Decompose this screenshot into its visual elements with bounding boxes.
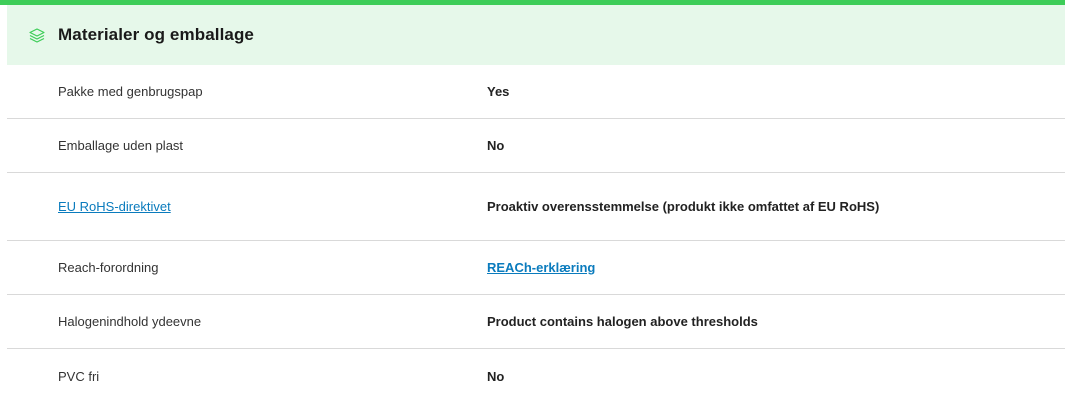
attribute-label-cell: EU RoHS-direktivet [7, 199, 487, 214]
layers-icon [28, 26, 46, 44]
attribute-value: No [487, 369, 505, 384]
attribute-row: Halogenindhold ydeevne Product contains … [7, 295, 1065, 349]
materials-packaging-panel: Materialer og emballage Pakke med genbru… [0, 0, 1065, 406]
attribute-value: Proaktiv overensstemmelse (produkt ikke … [487, 199, 880, 214]
section-header[interactable]: Materialer og emballage [7, 5, 1065, 65]
attribute-value: Yes [487, 84, 510, 99]
attribute-row: Reach-forordning REACh-erklæring [7, 241, 1065, 295]
attribute-value-cell: REACh-erklæring [487, 259, 917, 276]
attribute-value: No [487, 138, 505, 153]
attribute-label: PVC fri [58, 369, 100, 384]
attribute-row: EU RoHS-direktivet Proaktiv overensstemm… [7, 173, 1065, 241]
eu-rohs-link[interactable]: EU RoHS-direktivet [58, 199, 171, 214]
attribute-label: Pakke med genbrugspap [58, 84, 203, 99]
attribute-label: Emballage uden plast [58, 138, 184, 153]
attribute-row: PVC fri No [7, 349, 1065, 404]
attribute-label: Reach-forordning [58, 260, 159, 275]
section-title: Materialer og emballage [58, 25, 254, 44]
attribute-row: Pakke med genbrugspap Yes [7, 65, 1065, 119]
attribute-row: Emballage uden plast No [7, 119, 1065, 173]
attribute-list: Pakke med genbrugspap Yes Emballage uden… [7, 65, 1065, 404]
attribute-value: Product contains halogen above threshold… [487, 314, 758, 329]
attribute-label: Halogenindhold ydeevne [58, 314, 202, 329]
reach-declaration-link[interactable]: REACh-erklæring [487, 260, 595, 275]
